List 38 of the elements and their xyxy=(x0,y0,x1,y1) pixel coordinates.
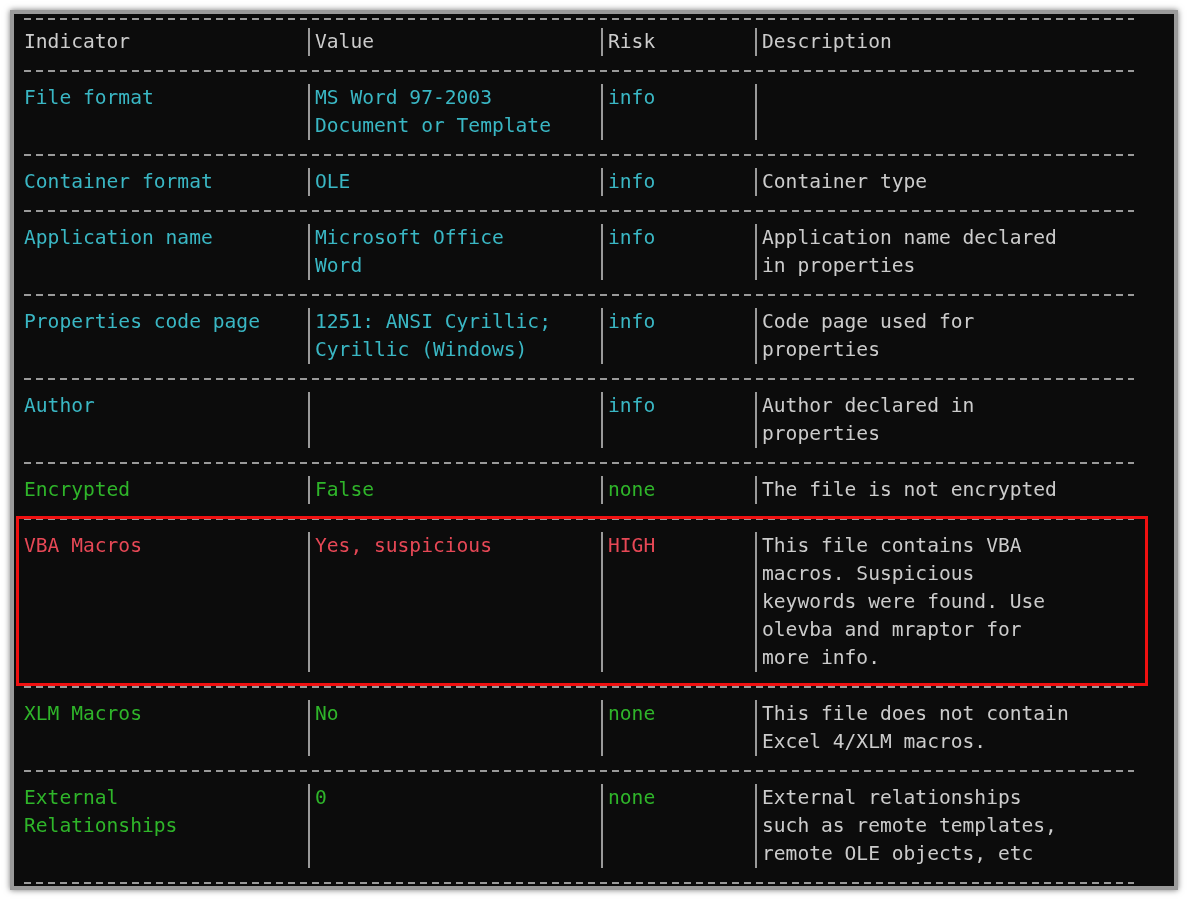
table-cell: External Relationships xyxy=(24,786,178,837)
table-cell: VBA Macros xyxy=(24,534,142,557)
table-cell: The file is not encrypted xyxy=(762,478,1057,501)
table-cell: Application name xyxy=(24,226,213,249)
table-cell: OLE xyxy=(315,170,351,193)
table-cell: Author declared in properties xyxy=(762,394,975,445)
table-cell: info xyxy=(608,226,656,249)
table-cell: False xyxy=(315,478,374,501)
table-cell: Yes, suspicious xyxy=(315,534,492,557)
table-cell: none xyxy=(608,702,656,725)
table-cell: info xyxy=(608,310,656,333)
table-cell: Application name declared in properties xyxy=(762,226,1057,277)
table-cell: File format xyxy=(24,86,154,109)
table-cell: info xyxy=(608,170,656,193)
table-cell: Container format xyxy=(24,170,213,193)
table-cell: none xyxy=(608,786,656,809)
table-cell: HIGH xyxy=(608,534,656,557)
table-cell: info xyxy=(608,394,656,417)
table-cell: No xyxy=(315,702,339,725)
table-cell: Container type xyxy=(762,170,928,193)
table-cell: Encrypted xyxy=(24,478,131,501)
table-cell: XLM Macros xyxy=(24,702,142,725)
table-cell: Properties code page xyxy=(24,310,260,333)
table-cell: MS Word 97-2003 Document or Template xyxy=(315,86,551,137)
column-header: Risk xyxy=(608,30,656,53)
table-cell: 0 xyxy=(315,786,327,809)
column-header: Value xyxy=(315,30,374,53)
table-cell: none xyxy=(608,478,656,501)
table-cell: Author xyxy=(24,394,95,417)
column-header: Description xyxy=(762,30,892,53)
table-cell: Microsoft Office Word xyxy=(315,226,504,277)
column-header: Indicator xyxy=(24,30,131,53)
table-cell: 1251: ANSI Cyrillic; Cyrillic (Windows) xyxy=(315,310,551,361)
table-cell: This file does not contain Excel 4/XLM macros. xyxy=(762,702,1069,753)
table-cell: info xyxy=(608,86,656,109)
table-cell: Code page used for properties xyxy=(762,310,975,361)
table-cell: This file contains VBA macros. Suspicious keywords were found. Use olevba and mraptor for more info. xyxy=(762,534,1046,669)
table-cell: External relationships such as remote templates, remote OLE objects, etc xyxy=(762,786,1057,865)
